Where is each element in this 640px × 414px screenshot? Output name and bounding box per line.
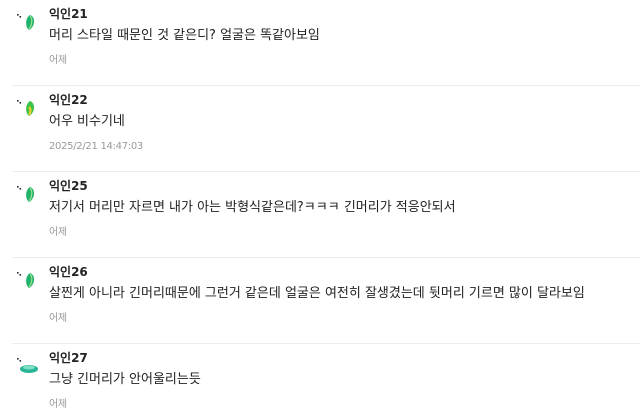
green-leaf-icon[interactable]: [14, 179, 42, 207]
comment-list: 익인21 머리 스타일 때문인 것 같은디? 얼굴은 똑같아보임 어제 익인22…: [0, 0, 640, 414]
comment-time: 어제: [49, 313, 67, 324]
comment-text: 살찐게 아니라 긴머리때문에 그런거 같은데 얼굴은 여전히 잘생겼는데 뒷머리…: [49, 286, 585, 301]
comment-author[interactable]: 익인25: [49, 178, 88, 194]
comment-text: 어우 비수기네: [49, 114, 125, 129]
green-leaf-icon[interactable]: [14, 7, 42, 35]
comment-time: 어제: [49, 227, 67, 238]
comment-author[interactable]: 익인27: [49, 350, 88, 366]
green-leaf-icon[interactable]: [14, 265, 42, 293]
comment-author[interactable]: 익인22: [49, 92, 88, 108]
comment-text: 머리 스타일 때문인 것 같은디? 얼굴은 똑같아보임: [49, 28, 320, 43]
comment-item: 익인27 그냥 긴머리가 안어울리는듯 어제: [0, 344, 640, 414]
comment-text: 그냥 긴머리가 안어울리는듯: [49, 372, 201, 387]
comment-item: 익인25 저기서 머리만 자르면 내가 아는 박형식같은데?ㅋㅋㅋ 긴머리가 적…: [0, 172, 640, 258]
comment-author[interactable]: 익인26: [49, 264, 88, 280]
comment-time: 어제: [49, 55, 67, 66]
comment-item: 익인21 머리 스타일 때문인 것 같은디? 얼굴은 똑같아보임 어제: [0, 0, 640, 86]
comment-text: 저기서 머리만 자르면 내가 아는 박형식같은데?ㅋㅋㅋ 긴머리가 적응안되서: [49, 200, 456, 215]
comment-time: 어제: [49, 399, 67, 410]
comment-author[interactable]: 익인21: [49, 6, 88, 22]
green-leaf-icon[interactable]: [14, 93, 42, 121]
comment-item: 익인26 살찐게 아니라 긴머리때문에 그런거 같은데 얼굴은 여전히 잘생겼는…: [0, 258, 640, 344]
comment-time: 2025/2/21 14:47:03: [49, 141, 143, 152]
comment-item: 익인22 어우 비수기네 2025/2/21 14:47:03: [0, 86, 640, 172]
green-sprout-icon[interactable]: [14, 351, 42, 379]
